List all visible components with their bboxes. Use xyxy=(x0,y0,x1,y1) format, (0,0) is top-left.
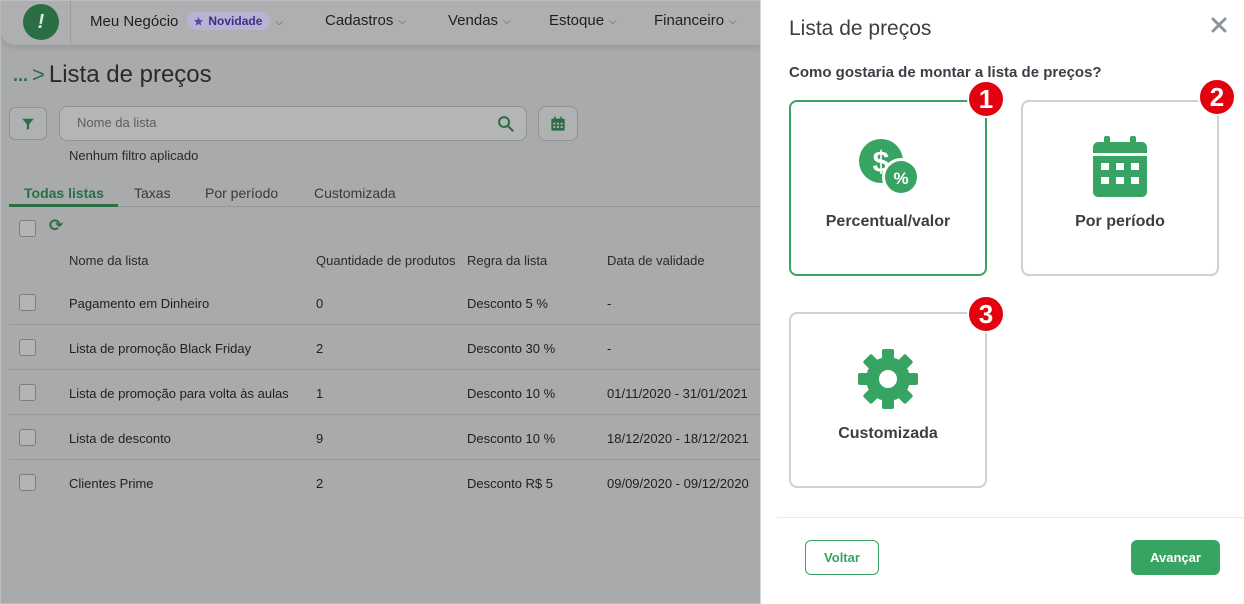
table-row[interactable]: Clientes Prime 2 Desconto R$ 5 09/09/202… xyxy=(9,460,761,505)
gear-icon xyxy=(791,347,985,411)
nav-label: Estoque xyxy=(549,12,605,29)
nav-cadastros[interactable]: Cadastros ⌵ xyxy=(325,12,406,29)
cell-name: Clientes Prime xyxy=(69,476,154,491)
cell-name: Lista de promoção Black Friday xyxy=(69,341,252,356)
calendar-icon xyxy=(1023,135,1217,199)
cell-validity: 01/11/2020 - 31/01/2021 xyxy=(607,386,748,401)
table-row[interactable]: Pagamento em Dinheiro 0 Desconto 5 % - xyxy=(9,280,761,325)
option-label: Customizada xyxy=(838,425,938,442)
background-app: ! Meu Negócio Novidade ⌵ Cadastros ⌵ Ven… xyxy=(0,0,761,604)
option-label: Percentual/valor xyxy=(825,213,951,230)
cell-validity: 18/12/2020 - 18/12/2021 xyxy=(607,431,749,446)
marker-badge: 2 xyxy=(1198,78,1236,116)
cell-validity: 09/09/2020 - 09/12/2020 xyxy=(607,476,749,491)
cell-name: Lista de promoção para volta às aulas xyxy=(69,386,289,401)
column-header-validade[interactable]: Data de validade xyxy=(607,253,705,268)
price-list-dialog: Lista de preços Como gostaria de montar … xyxy=(760,0,1244,604)
option-customizada[interactable]: Customizada xyxy=(789,312,987,488)
next-button[interactable]: Avançar xyxy=(1131,540,1220,575)
option-por-periodo[interactable]: Por período xyxy=(1021,100,1219,276)
table-row[interactable]: Lista de promoção para volta às aulas 1 … xyxy=(9,370,761,415)
chevron-right-icon: > xyxy=(32,62,45,87)
option-label: Por período xyxy=(1075,213,1165,230)
tab-todas-listas[interactable]: Todas listas xyxy=(24,185,104,201)
chevron-down-icon: ⌵ xyxy=(275,16,283,28)
app-logo[interactable]: ! xyxy=(23,4,59,40)
search-box xyxy=(59,106,527,141)
marker-badge: 1 xyxy=(967,80,1005,118)
filter-button[interactable] xyxy=(9,107,47,140)
cell-qty: 2 xyxy=(316,476,324,491)
svg-text:%: % xyxy=(893,169,908,188)
row-checkbox[interactable] xyxy=(19,339,36,356)
table-row[interactable]: Lista de desconto 9 Desconto 10 % 18/12/… xyxy=(9,415,761,460)
cell-name: Lista de desconto xyxy=(69,431,171,446)
cell-name: Pagamento em Dinheiro xyxy=(69,296,210,311)
search-input[interactable] xyxy=(77,115,477,130)
tab-customizada[interactable]: Customizada xyxy=(314,185,396,201)
date-filter-button[interactable] xyxy=(538,106,578,141)
cell-qty: 2 xyxy=(316,341,324,356)
active-tab-indicator xyxy=(9,204,118,207)
row-checkbox[interactable] xyxy=(19,294,36,311)
option-percentual-valor[interactable]: $ % Percentual/valor xyxy=(789,100,987,276)
tab-taxas[interactable]: Taxas xyxy=(134,185,171,201)
column-header-quantidade[interactable]: Quantidade de produtos xyxy=(316,253,456,268)
money-percent-icon: $ % xyxy=(791,135,985,199)
cell-qty: 1 xyxy=(316,386,324,401)
nav-label: Vendas xyxy=(448,12,499,29)
nav-estoque[interactable]: Estoque ⌵ xyxy=(549,12,617,29)
chevron-down-icon: ⌵ xyxy=(609,16,617,27)
cell-validity: - xyxy=(607,296,612,311)
column-header-regra[interactable]: Regra da lista xyxy=(467,253,547,268)
cell-qty: 9 xyxy=(316,431,324,446)
select-all-checkbox[interactable] xyxy=(19,220,36,237)
calendar-icon xyxy=(551,116,565,131)
tab-por-periodo[interactable]: Por período xyxy=(205,185,278,201)
page-title: Lista de preços xyxy=(48,61,212,88)
marker-badge: 3 xyxy=(967,295,1005,333)
column-header-nome[interactable]: Nome da lista xyxy=(69,253,148,268)
nav-financeiro[interactable]: Financeiro ⌵ xyxy=(654,12,737,29)
cell-rule: Desconto 30 % xyxy=(467,341,556,356)
cell-rule: Desconto 5 % xyxy=(467,296,548,311)
row-checkbox[interactable] xyxy=(19,384,36,401)
funnel-icon xyxy=(22,118,34,130)
table-row[interactable]: Lista de promoção Black Friday 2 Descont… xyxy=(9,325,761,370)
cell-validity: - xyxy=(607,341,612,356)
back-button[interactable]: Voltar xyxy=(805,540,879,575)
dialog-question: Como gostaria de montar a lista de preço… xyxy=(789,64,1102,81)
nav-label: Cadastros xyxy=(325,12,394,29)
novidade-badge: Novidade xyxy=(187,12,271,30)
cell-rule: Desconto 10 % xyxy=(467,431,556,446)
footer-divider xyxy=(777,517,1244,518)
chevron-down-icon: ⌵ xyxy=(729,16,737,27)
logo-glyph: ! xyxy=(37,10,45,33)
cell-rule: Desconto 10 % xyxy=(467,386,556,401)
breadcrumb-more[interactable]: ... xyxy=(13,65,28,86)
list-tabs: Todas listas Taxas Por período Customiza… xyxy=(9,183,761,207)
cell-rule: Desconto R$ 5 xyxy=(467,476,553,491)
logo-divider xyxy=(70,1,71,45)
filter-status: Nenhum filtro aplicado xyxy=(69,148,199,163)
search-icon[interactable] xyxy=(497,115,514,137)
top-navbar: ! Meu Negócio Novidade ⌵ Cadastros ⌵ Ven… xyxy=(1,1,761,45)
refresh-icon[interactable]: ⟳ xyxy=(49,216,63,236)
row-checkbox[interactable] xyxy=(19,474,36,491)
chevron-down-icon: ⌵ xyxy=(503,16,511,27)
badge-label: Novidade xyxy=(208,14,263,28)
row-checkbox[interactable] xyxy=(19,429,36,446)
star-icon xyxy=(194,16,204,26)
breadcrumb: ... > Lista de preços xyxy=(13,61,212,89)
cell-qty: 0 xyxy=(316,296,324,311)
nav-meu-negocio[interactable]: Meu Negócio Novidade ⌵ xyxy=(90,12,283,30)
nav-label: Financeiro xyxy=(654,12,725,29)
close-icon[interactable] xyxy=(1205,11,1233,39)
dialog-title: Lista de preços xyxy=(789,17,932,40)
nav-label: Meu Negócio xyxy=(90,12,179,30)
nav-vendas[interactable]: Vendas ⌵ xyxy=(448,12,511,29)
chevron-down-icon: ⌵ xyxy=(398,16,406,27)
